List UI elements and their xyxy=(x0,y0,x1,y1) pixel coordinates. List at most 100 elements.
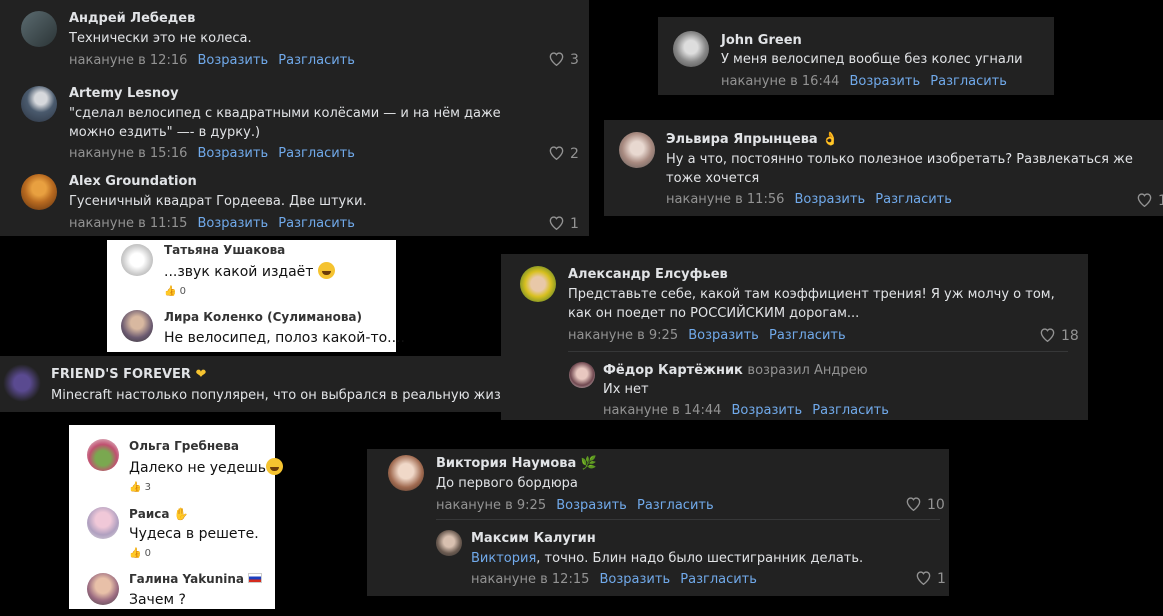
agree-button[interactable]: Разгласить xyxy=(278,53,355,68)
reply-button[interactable]: Возразить xyxy=(198,146,269,161)
heart-icon xyxy=(916,571,931,585)
avatar[interactable] xyxy=(3,364,41,402)
comment-time[interactable]: накануне в 9:25 xyxy=(436,498,546,513)
comment-author[interactable]: Раиса ✋ xyxy=(129,507,189,521)
reply-button[interactable]: Возразить xyxy=(850,74,921,89)
comments-panel-7: Александр Елсуфьев Представьте себе, как… xyxy=(501,254,1088,420)
agree-button[interactable]: Разгласить xyxy=(875,192,952,207)
like-button[interactable]: 1 xyxy=(1136,192,1163,209)
avatar[interactable] xyxy=(87,507,119,539)
comment-author[interactable]: Галина Yakunina xyxy=(129,572,263,586)
avatar[interactable] xyxy=(388,455,424,491)
comment-meta: накануне в 15:16 Возразить Разгласить xyxy=(69,146,355,161)
comment-author[interactable]: Александр Елсуфьев xyxy=(568,267,728,282)
reply-button[interactable]: Возразить xyxy=(600,572,671,587)
reply-button[interactable]: Возразить xyxy=(198,53,269,68)
comment-meta: накануне в 9:25 Возразить Разгласить xyxy=(436,498,714,513)
like-button[interactable]: 3 xyxy=(548,51,579,68)
like-button[interactable]: 10 xyxy=(905,496,945,513)
avatar[interactable] xyxy=(21,86,57,122)
russia-flag-icon xyxy=(248,573,263,583)
comment-author[interactable]: Андрей Лебедев xyxy=(69,11,195,26)
comment-time[interactable]: накануне в 12:15 xyxy=(471,572,589,587)
raised-hand-icon: ✋ xyxy=(173,507,189,521)
reply-text-body: , точно. Блин надо было шестигранник дел… xyxy=(536,551,864,566)
comments-panel-4: Ольга Гребнева Далеко не уедешь 👍 3 Раис… xyxy=(69,425,284,609)
like-count: 1 xyxy=(937,571,946,587)
comment-author[interactable]: Лира Коленко (Сулиманова) xyxy=(164,310,362,324)
reply-button[interactable]: Возразить xyxy=(556,498,627,513)
agree-button[interactable]: Разгласить xyxy=(680,572,757,587)
like-count: 10 xyxy=(927,497,945,513)
comment-time[interactable]: накануне в 11:15 xyxy=(69,216,187,231)
author-name[interactable]: Виктория Наумова xyxy=(436,456,576,471)
agree-button[interactable]: Разгласить xyxy=(769,328,846,343)
agree-button[interactable]: Разгласить xyxy=(812,403,889,418)
like-button[interactable]: 👍 0 xyxy=(129,548,151,559)
reply-button[interactable]: Возразить xyxy=(795,192,866,207)
reply-author[interactable]: Максим Калугин xyxy=(471,531,596,546)
comment-author[interactable]: Татьяна Ушакова xyxy=(164,243,285,257)
avatar[interactable] xyxy=(436,530,462,556)
agree-button[interactable]: Разгласить xyxy=(278,146,355,161)
comment-author[interactable]: Виктория Наумова 🌿 xyxy=(436,456,597,471)
comment-text-body: Далеко не уедешь xyxy=(129,460,267,476)
comment-time[interactable]: накануне в 12:16 xyxy=(69,53,187,68)
comment-text-body: ...звук какой издаёт xyxy=(164,264,314,280)
author-name[interactable]: FRIEND'S FOREVER xyxy=(51,367,191,382)
comment-time[interactable]: накануне в 9:25 xyxy=(568,328,678,343)
mention-link[interactable]: Виктория xyxy=(471,551,536,566)
comment-author[interactable]: Alex Groundation xyxy=(69,174,197,189)
avatar[interactable] xyxy=(121,310,153,342)
comment-author[interactable]: Эльвира Япрынцева 👌 xyxy=(666,132,838,147)
like-button[interactable]: 1 xyxy=(915,570,946,587)
heart-icon xyxy=(906,497,921,511)
comments-panel-1: Андрей Лебедев Технически это не колеса.… xyxy=(0,0,589,236)
heart-icon xyxy=(549,216,564,230)
avatar[interactable] xyxy=(87,439,119,471)
author-name[interactable]: Раиса xyxy=(129,507,170,521)
comment-text: "сделал велосипед с квадратными колёсами… xyxy=(69,106,501,140)
agree-button[interactable]: Разгласить xyxy=(637,498,714,513)
avatar[interactable] xyxy=(21,174,57,210)
author-name[interactable]: Фёдор Картёжник xyxy=(603,363,743,378)
reply-meta: накануне в 14:44 Возразить Разгласить xyxy=(603,403,889,418)
reply-button[interactable]: Возразить xyxy=(198,216,269,231)
leaf-icon: 🌿 xyxy=(580,456,597,471)
laughing-emoji-icon xyxy=(317,262,335,279)
reply-meta: накануне в 12:15 Возразить Разгласить xyxy=(471,572,757,587)
avatar[interactable] xyxy=(569,362,595,388)
comment-time[interactable]: накануне в 16:44 xyxy=(721,74,839,89)
comment-text: Не велосипед, полоз какой-то.... xyxy=(164,330,405,346)
like-button[interactable]: 👍 0 xyxy=(164,286,186,297)
author-name[interactable]: Эльвира Япрынцева xyxy=(666,132,818,147)
avatar[interactable] xyxy=(87,573,119,605)
like-button[interactable]: 2 xyxy=(548,145,579,162)
comment-meta: накануне в 12:16 Возразить Разгласить xyxy=(69,53,355,68)
reply-button[interactable]: Возразить xyxy=(732,403,803,418)
like-button[interactable]: 1 xyxy=(548,215,579,232)
reply-author: Фёдор Картёжник возразил Андрею xyxy=(603,363,868,378)
like-button[interactable]: 👍 3 xyxy=(129,482,151,493)
comment-author[interactable]: FRIEND'S FOREVER ❤ xyxy=(51,367,206,382)
author-name[interactable]: Галина Yakunina xyxy=(129,572,244,586)
avatar[interactable] xyxy=(673,31,709,67)
comment-author[interactable]: Artemy Lesnoy xyxy=(69,86,179,101)
agree-button[interactable]: Разгласить xyxy=(930,74,1007,89)
avatar[interactable] xyxy=(21,11,57,47)
avatar[interactable] xyxy=(619,132,655,168)
comments-panel-3: FRIEND'S FOREVER ❤ Minecraft настолько п… xyxy=(0,356,541,412)
comment-time[interactable]: накануне в 14:44 xyxy=(603,403,721,418)
comment-time[interactable]: накануне в 15:16 xyxy=(69,146,187,161)
comment-time[interactable]: накануне в 11:56 xyxy=(666,192,784,207)
like-button[interactable]: 18 xyxy=(1039,327,1079,344)
agree-button[interactable]: Разгласить xyxy=(278,216,355,231)
replied-to: возразил Андрею xyxy=(747,363,868,378)
reply-button[interactable]: Возразить xyxy=(688,328,759,343)
comment-author[interactable]: John Green xyxy=(721,33,802,48)
comment-author[interactable]: Ольга Гребнева xyxy=(129,439,239,453)
avatar[interactable] xyxy=(520,266,556,302)
like-count: 3 xyxy=(144,482,152,493)
avatar[interactable] xyxy=(121,244,153,276)
hands-heart-icon: ❤ xyxy=(195,367,207,382)
